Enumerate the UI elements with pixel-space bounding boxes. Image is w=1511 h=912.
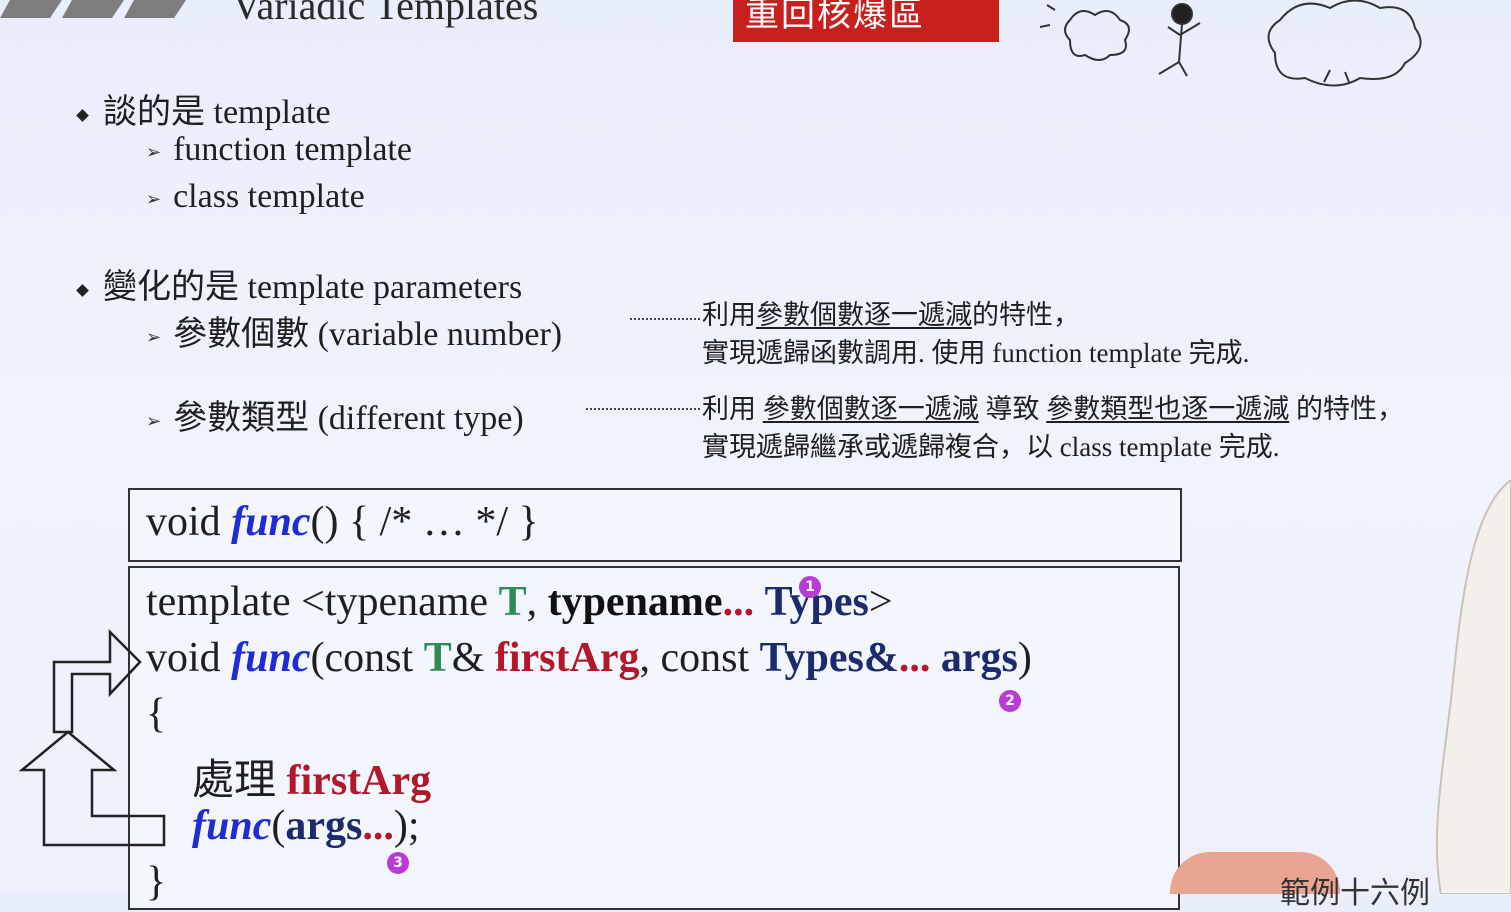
code-line-base: void func() { /* … */ }	[146, 499, 539, 545]
slide-title: Variadic Templates	[232, 0, 539, 28]
leader-line-variable-number	[630, 318, 700, 320]
marker-1: 1	[799, 576, 821, 598]
sub-bullet-label: function template	[173, 131, 412, 168]
marker-2: 2	[999, 690, 1021, 712]
code-box-base-case: void func() { /* … */ }	[128, 488, 1182, 562]
note-underline: 參數個數逐一遞減	[756, 300, 972, 330]
code-line-signature: void func(const T& firstArg, const Types…	[146, 635, 1032, 681]
sub-bullet-chevron-icon: ➢	[146, 326, 162, 347]
sub-bullet-label: class template	[173, 178, 365, 215]
cartoon-illustration	[1040, 0, 1422, 87]
banner-text: 重回核爆區	[745, 0, 925, 35]
sub-bullet-chevron-icon: ➢	[146, 188, 162, 209]
code-line-template: template <typename T, typename... Types>	[146, 579, 893, 625]
note-line-1: 利用參數個數逐一遞減的特性，	[702, 300, 1080, 330]
header-decoration	[0, 0, 186, 18]
sub-bullet-label: 參數個數 (variable number)	[173, 316, 563, 353]
note-line-2: 實現遞歸繼承或遞歸複合，以 class template 完成.	[702, 432, 1280, 462]
note-different-type: 利用 參數個數逐一遞減 導致 參數類型也逐一遞減 的特性， 實現遞歸繼承或遞歸複…	[702, 390, 1404, 466]
sub-bullet-variable-number: ➢ 參數個數 (variable number)	[146, 306, 562, 355]
note-variable-number: 利用參數個數逐一遞減的特性， 實現遞歸函數調用. 使用 function tem…	[702, 296, 1249, 372]
bullet-diamond-icon	[76, 283, 89, 297]
sub-bullet-class-template: ➢ class template	[146, 178, 365, 216]
note-line-1: 利用 參數個數逐一遞減 導致 參數類型也逐一遞減 的特性，	[702, 394, 1404, 424]
sub-bullet-different-type: ➢ 參數類型 (different type)	[146, 390, 524, 439]
bullet-diamond-icon	[76, 108, 89, 122]
bullet-label: 變化的是 template parameters	[103, 269, 523, 306]
sub-bullet-function-template: ➢ function template	[146, 131, 412, 169]
code-line-close-brace: }	[146, 859, 167, 905]
sub-bullet-label: 參數類型 (different type)	[173, 400, 524, 437]
note-line-2: 實現遞歸函數調用. 使用 function template 完成.	[702, 338, 1250, 368]
sub-bullet-chevron-icon: ➢	[146, 410, 162, 431]
code-box-variadic: template <typename T, typename... Types>…	[128, 566, 1180, 910]
presenter-figure	[1435, 480, 1511, 894]
code-line-process: 處理 firstArg	[192, 758, 432, 804]
banner-badge: 重回核爆區	[733, 0, 999, 42]
code-line-recursive-call: func(args...);	[192, 803, 420, 849]
note-underline: 參數類型也逐一遞減	[1046, 394, 1290, 424]
corner-caption: 範例十六例	[1280, 876, 1430, 911]
note-underline: 參數個數逐一遞減	[762, 394, 979, 424]
marker-3: 3	[387, 852, 409, 874]
code-func-name: func	[231, 499, 311, 545]
bullet-label: 談的是 template	[103, 94, 331, 131]
bullet-template-parameters: 變化的是 template parameters	[76, 259, 523, 308]
sub-bullet-chevron-icon: ➢	[146, 141, 162, 162]
bullet-template: 談的是 template	[76, 84, 331, 133]
leader-line-different-type	[586, 408, 700, 410]
recursion-arrow-icon	[18, 628, 166, 847]
